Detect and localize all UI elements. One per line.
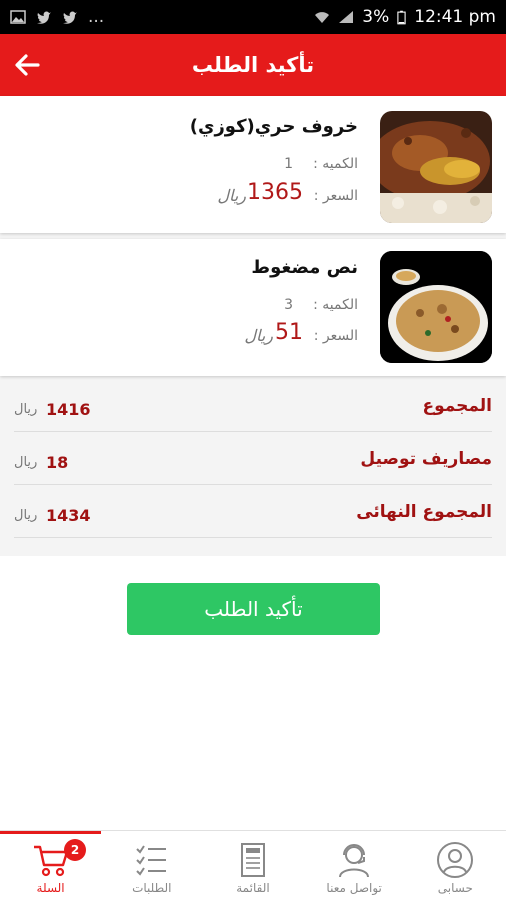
quantity-label: الكميه :: [313, 156, 358, 172]
delivery-currency: ريال: [14, 455, 38, 470]
final-total-row: المجموع النهائى 1434 ريال: [14, 486, 492, 538]
nav-label: الطلبات: [132, 881, 172, 895]
price-value: 51: [275, 320, 303, 345]
item-name: خروف حري(كوزي): [189, 116, 358, 137]
wifi-icon: [315, 12, 330, 23]
price-value: 1365: [247, 180, 303, 205]
subtotal-currency: ريال: [14, 402, 38, 417]
cart-item[interactable]: نص مضغوط الكميه : 3 السعر : 51 ريال: [0, 239, 506, 376]
back-button[interactable]: [10, 48, 44, 82]
item-image: [380, 111, 492, 223]
support-agent-icon: [339, 844, 370, 878]
gallery-icon: [10, 10, 26, 24]
confirm-order-button[interactable]: تأكيد الطلب: [127, 583, 380, 635]
status-notifications: ...: [10, 7, 104, 27]
nav-label: حسابى: [437, 881, 473, 895]
final-total-currency: ريال: [14, 508, 38, 523]
menu-icon: [240, 843, 265, 877]
nav-menu[interactable]: القائمة: [202, 831, 303, 900]
item-name: نص مضغوط: [251, 257, 358, 278]
quantity-label: الكميه :: [313, 297, 358, 313]
status-more: ...: [88, 7, 105, 27]
nav-label: السلة: [36, 881, 65, 895]
app-bar: تأكيد الطلب: [0, 34, 506, 96]
battery-icon: [397, 10, 406, 24]
subtotal-value: 1416: [46, 400, 91, 419]
rice-dish-image: [380, 251, 492, 363]
lamb-dish-image: [380, 111, 492, 223]
signal-icon: [339, 11, 354, 23]
quantity-value: 1: [284, 156, 293, 172]
order-summary: المجموع 1416 ريال مصاريف توصيل 18 ريال ا…: [0, 380, 506, 555]
status-time: 12:41 pm: [414, 7, 496, 27]
final-total-label: المجموع النهائى: [356, 502, 492, 522]
arrow-left-icon: [15, 54, 40, 76]
subtotal-label: المجموع: [422, 396, 492, 416]
bottom-nav: 2 السلة الطلبات القائمة تواصل معنا حسابى: [0, 830, 506, 900]
status-bar: ... 3% 12:41 pm: [0, 0, 506, 34]
cart-count-badge: 2: [64, 839, 86, 861]
item-image: [380, 251, 492, 363]
twitter-icon: [37, 11, 51, 24]
nav-label: تواصل معنا: [326, 881, 382, 895]
orders-list-icon: [136, 845, 166, 876]
page-title: تأكيد الطلب: [191, 53, 315, 77]
price-label: السعر :: [313, 328, 358, 344]
nav-label: القائمة: [236, 881, 270, 895]
status-system: 3% 12:41 pm: [314, 7, 496, 27]
nav-account[interactable]: حسابى: [405, 831, 506, 900]
twitter-icon: [63, 11, 77, 24]
nav-contact[interactable]: تواصل معنا: [304, 831, 405, 900]
cart-item[interactable]: خروف حري(كوزي) الكميه : 1 السعر : 1365 ر…: [0, 96, 506, 233]
delivery-label: مصاريف توصيل: [360, 449, 492, 469]
price-label: السعر :: [313, 188, 358, 204]
currency-label: ريال: [244, 326, 273, 345]
subtotal-row: المجموع 1416 ريال: [14, 380, 492, 432]
account-icon: [437, 842, 474, 878]
nav-orders[interactable]: الطلبات: [101, 831, 202, 900]
quantity-value: 3: [284, 297, 293, 313]
delivery-value: 18: [46, 453, 69, 472]
final-total-value: 1434: [46, 506, 91, 525]
currency-label: ريال: [217, 186, 246, 205]
nav-cart[interactable]: 2 السلة: [0, 831, 102, 900]
delivery-row: مصاريف توصيل 18 ريال: [14, 433, 492, 485]
battery-percent: 3%: [362, 7, 390, 27]
